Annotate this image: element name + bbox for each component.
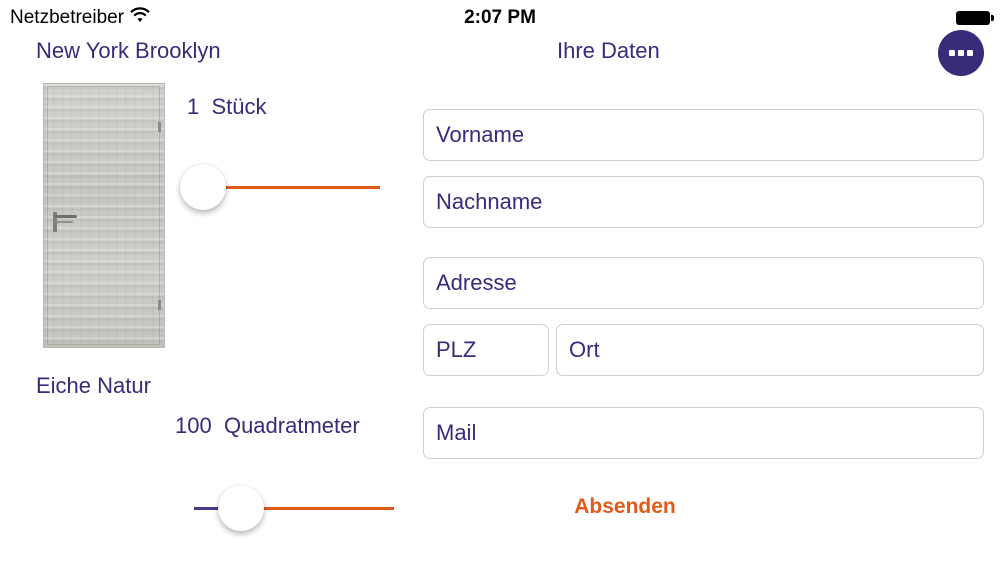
- area-slider[interactable]: [194, 485, 394, 531]
- area-value: 100: [175, 413, 212, 438]
- battery-icon: [956, 11, 994, 25]
- area-unit: Quadratmeter: [223, 413, 360, 438]
- door-handle-lower: [55, 221, 73, 223]
- door-handle-icon: [55, 215, 77, 218]
- ort-field[interactable]: [556, 324, 984, 376]
- more-icon: [949, 50, 955, 56]
- quantity-slider-track: [203, 186, 380, 189]
- quantity-unit: Stück: [211, 94, 267, 119]
- wifi-icon: [130, 7, 150, 29]
- submit-button[interactable]: Absenden: [540, 490, 710, 524]
- quantity-label: 1 Stück: [187, 94, 267, 120]
- area-slider-thumb[interactable]: [218, 485, 264, 531]
- adresse-field[interactable]: [423, 257, 984, 309]
- more-icon-dot: [958, 50, 964, 56]
- product-name: New York Brooklyn: [36, 38, 221, 63]
- quantity-value: 1: [187, 94, 200, 119]
- vorname-field[interactable]: [423, 109, 984, 161]
- more-menu-button[interactable]: [938, 30, 984, 76]
- nachname-field[interactable]: [423, 176, 984, 228]
- door-hinge-bottom: [158, 300, 161, 310]
- form-title: Ihre Daten: [557, 38, 660, 63]
- finish-label: Eiche Natur: [36, 373, 151, 398]
- quantity-slider[interactable]: [180, 164, 380, 210]
- quantity-slider-thumb[interactable]: [180, 164, 226, 210]
- area-label: 100 Quadratmeter: [175, 413, 360, 439]
- mail-field[interactable]: [423, 407, 984, 459]
- plz-field[interactable]: [423, 324, 549, 376]
- more-icon-dot: [967, 50, 973, 56]
- door-hinge-top: [158, 122, 161, 132]
- status-carrier: Netzbetreiber: [10, 7, 150, 29]
- carrier-label: Netzbetreiber: [10, 7, 125, 28]
